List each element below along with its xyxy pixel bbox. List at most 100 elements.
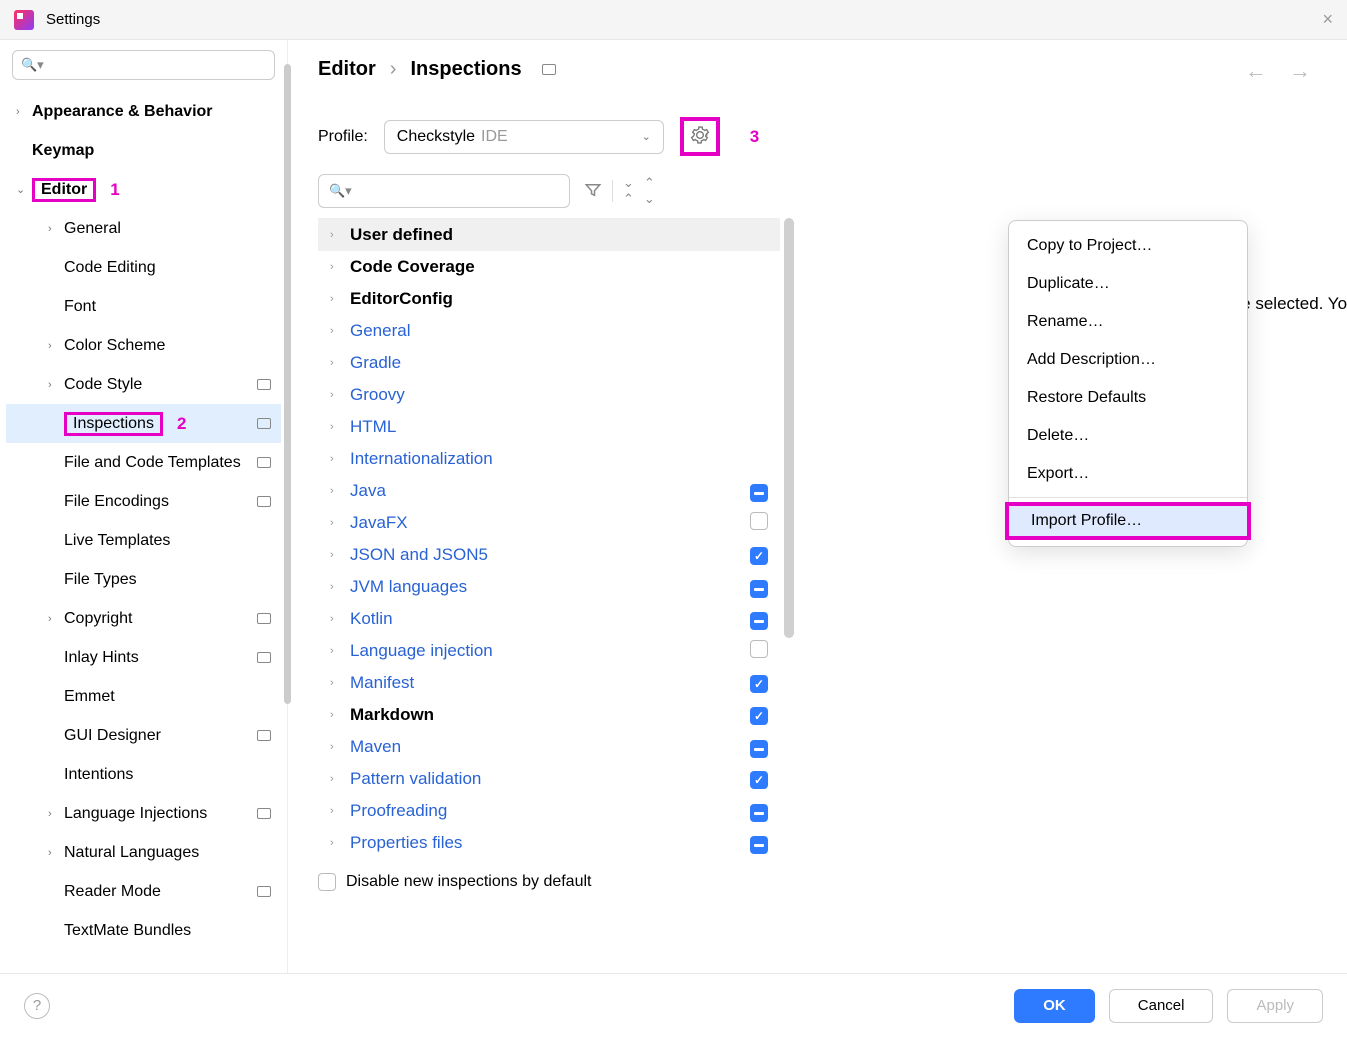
sidebar-item-textmate-bundles[interactable]: TextMate Bundles: [6, 911, 281, 950]
sidebar-item-file-types[interactable]: File Types: [6, 560, 281, 599]
inspection-item[interactable]: ›Properties files: [318, 827, 780, 859]
sidebar-item-intentions[interactable]: Intentions: [6, 755, 281, 794]
sidebar-search-input[interactable]: 🔍▾: [12, 50, 275, 80]
chevron-right-icon: ›: [330, 421, 350, 433]
sidebar-item-inspections[interactable]: Inspections2: [6, 404, 281, 443]
popup-item-rename[interactable]: Rename…: [1009, 303, 1247, 341]
sidebar-item-gui-designer[interactable]: GUI Designer: [6, 716, 281, 755]
sidebar-item-file-and-code-templates[interactable]: File and Code Templates: [6, 443, 281, 482]
checkbox-mixed-icon[interactable]: [750, 612, 768, 630]
sidebar-item-natural-languages[interactable]: ›Natural Languages: [6, 833, 281, 872]
checkbox-checked-icon[interactable]: ✓: [750, 771, 768, 789]
inspection-item[interactable]: ›JSON and JSON5✓: [318, 539, 780, 571]
inspection-search-input[interactable]: 🔍▾: [318, 174, 570, 208]
inspection-item[interactable]: ›Code Coverage: [318, 251, 780, 283]
sidebar-item-color-scheme[interactable]: ›Color Scheme: [6, 326, 281, 365]
sidebar-item-inlay-hints[interactable]: Inlay Hints: [6, 638, 281, 677]
inspection-tree[interactable]: ›User defined›Code Coverage›EditorConfig…: [318, 218, 780, 859]
inspection-item[interactable]: ›Gradle: [318, 347, 780, 379]
chevron-down-icon: ⌄: [642, 130, 651, 143]
inspection-item[interactable]: ›Groovy: [318, 379, 780, 411]
inspection-item[interactable]: ›Language injection: [318, 635, 780, 667]
inspection-item[interactable]: ›Kotlin: [318, 603, 780, 635]
apply-button[interactable]: Apply: [1227, 989, 1323, 1023]
popup-item-copy-to-project[interactable]: Copy to Project…: [1009, 227, 1247, 265]
inspection-item[interactable]: ›Maven: [318, 731, 780, 763]
sidebar-item-code-editing[interactable]: Code Editing: [6, 248, 281, 287]
inspection-name: Groovy: [350, 385, 405, 405]
inspection-item[interactable]: ›Markdown✓: [318, 699, 780, 731]
inspection-item[interactable]: ›Internationalization: [318, 443, 780, 475]
sidebar-item-label: Reader Mode: [64, 883, 161, 901]
sidebar-item-code-style[interactable]: ›Code Style: [6, 365, 281, 404]
popup-item-import-profile[interactable]: Import Profile…: [1005, 502, 1251, 540]
project-scope-icon: [257, 613, 271, 624]
breadcrumb-editor[interactable]: Editor: [318, 58, 376, 81]
popup-item-add-description[interactable]: Add Description…: [1009, 341, 1247, 379]
profile-label: Profile:: [318, 128, 368, 146]
checkbox-mixed-icon[interactable]: [750, 740, 768, 758]
checkbox-mixed-icon[interactable]: [750, 580, 768, 598]
sidebar-item-label: TextMate Bundles: [64, 922, 191, 940]
filter-icon[interactable]: [584, 181, 602, 202]
sidebar-item-label: Code Editing: [64, 259, 156, 277]
inspection-item[interactable]: ›JavaFX: [318, 507, 780, 539]
inspection-scrollbar[interactable]: [784, 218, 794, 638]
sidebar-item-live-templates[interactable]: Live Templates: [6, 521, 281, 560]
checkbox-mixed-icon[interactable]: [750, 484, 768, 502]
inspection-item[interactable]: ›Pattern validation✓: [318, 763, 780, 795]
checkbox-empty-icon[interactable]: [750, 640, 768, 658]
popup-item-duplicate[interactable]: Duplicate…: [1009, 265, 1247, 303]
sidebar-item-label: Keymap: [32, 142, 94, 160]
nav-back-icon[interactable]: ←: [1245, 58, 1267, 84]
chevron-icon: ›: [48, 340, 64, 352]
sidebar-item-emmet[interactable]: Emmet: [6, 677, 281, 716]
inspection-item[interactable]: ›Manifest✓: [318, 667, 780, 699]
inspection-item[interactable]: ›User defined: [318, 219, 780, 251]
expand-all-icon[interactable]: ⌄⌃: [623, 175, 634, 207]
inspection-item[interactable]: ›Java: [318, 475, 780, 507]
project-scope-icon: [257, 730, 271, 741]
window-title: Settings: [46, 11, 100, 28]
annotation-number-3: 3: [750, 127, 759, 147]
sidebar-item-general[interactable]: ›General: [6, 209, 281, 248]
gear-icon[interactable]: [690, 125, 710, 148]
inspection-item[interactable]: ›JVM languages: [318, 571, 780, 603]
inspection-name: HTML: [350, 417, 396, 437]
popup-item-delete[interactable]: Delete…: [1009, 417, 1247, 455]
sidebar-item-font[interactable]: Font: [6, 287, 281, 326]
inspection-item[interactable]: ›Proofreading: [318, 795, 780, 827]
close-icon[interactable]: ×: [1322, 9, 1333, 30]
sidebar-item-editor[interactable]: ⌄Editor1: [6, 170, 281, 209]
settings-sidebar: 🔍▾ ›Appearance & BehaviorKeymap⌄Editor1›…: [0, 40, 288, 973]
inspection-name: Gradle: [350, 353, 401, 373]
sidebar-item-keymap[interactable]: Keymap: [6, 131, 281, 170]
cancel-button[interactable]: Cancel: [1109, 989, 1214, 1023]
collapse-all-icon[interactable]: ⌃⌄: [644, 175, 655, 207]
checkbox-checked-icon[interactable]: ✓: [750, 675, 768, 693]
sidebar-item-appearance-behavior[interactable]: ›Appearance & Behavior: [6, 92, 281, 131]
help-icon[interactable]: ?: [24, 993, 50, 1019]
disable-new-checkbox[interactable]: [318, 873, 336, 891]
sidebar-item-reader-mode[interactable]: Reader Mode: [6, 872, 281, 911]
checkbox-mixed-icon[interactable]: [750, 836, 768, 854]
profile-select[interactable]: Checkstyle IDE ⌄: [384, 120, 664, 154]
sidebar-item-language-injections[interactable]: ›Language Injections: [6, 794, 281, 833]
popup-item-restore-defaults[interactable]: Restore Defaults: [1009, 379, 1247, 417]
checkbox-checked-icon[interactable]: ✓: [750, 707, 768, 725]
sidebar-item-copyright[interactable]: ›Copyright: [6, 599, 281, 638]
ok-button[interactable]: OK: [1014, 989, 1095, 1023]
checkbox-mixed-icon[interactable]: [750, 804, 768, 822]
breadcrumb-inspections: Inspections: [410, 58, 521, 81]
nav-forward-icon[interactable]: →: [1289, 58, 1311, 84]
titlebar: Settings ×: [0, 0, 1347, 40]
checkbox-empty-icon[interactable]: [750, 512, 768, 530]
sidebar-item-label: Intentions: [64, 766, 133, 784]
inspection-item[interactable]: ›EditorConfig: [318, 283, 780, 315]
inspection-item[interactable]: ›General: [318, 315, 780, 347]
sidebar-item-file-encodings[interactable]: File Encodings: [6, 482, 281, 521]
checkbox-checked-icon[interactable]: ✓: [750, 547, 768, 565]
inspection-item[interactable]: ›HTML: [318, 411, 780, 443]
popup-item-export[interactable]: Export…: [1009, 455, 1247, 493]
inspection-name: Kotlin: [350, 609, 393, 629]
